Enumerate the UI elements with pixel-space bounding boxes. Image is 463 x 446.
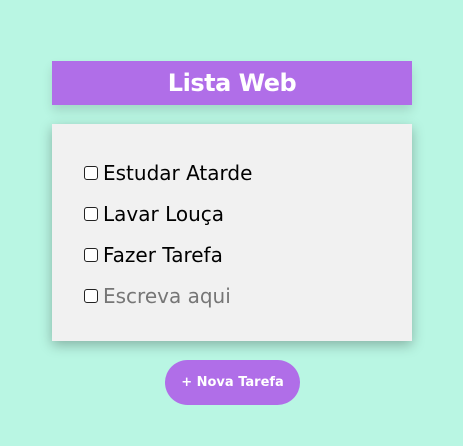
new-task-checkbox[interactable] [84,289,98,303]
task-item: Fazer Tarefa [84,240,223,270]
task-checkbox[interactable] [84,166,98,180]
task-label: Fazer Tarefa [103,243,223,267]
new-task-input[interactable] [103,284,343,308]
task-checkbox[interactable] [84,248,98,262]
task-item: Estudar Atarde [84,158,252,188]
new-task-row [84,281,343,311]
task-label: Lavar Louça [103,202,225,226]
task-item: Lavar Louça [84,199,224,229]
new-task-button[interactable]: + Nova Tarefa [165,360,300,405]
app-title: Lista Web [167,69,297,97]
task-list-card: Estudar Atarde Lavar Louça Fazer Tarefa [52,124,412,341]
task-label: Estudar Atarde [103,161,253,185]
app-header: Lista Web [52,61,412,105]
task-checkbox[interactable] [84,207,98,221]
